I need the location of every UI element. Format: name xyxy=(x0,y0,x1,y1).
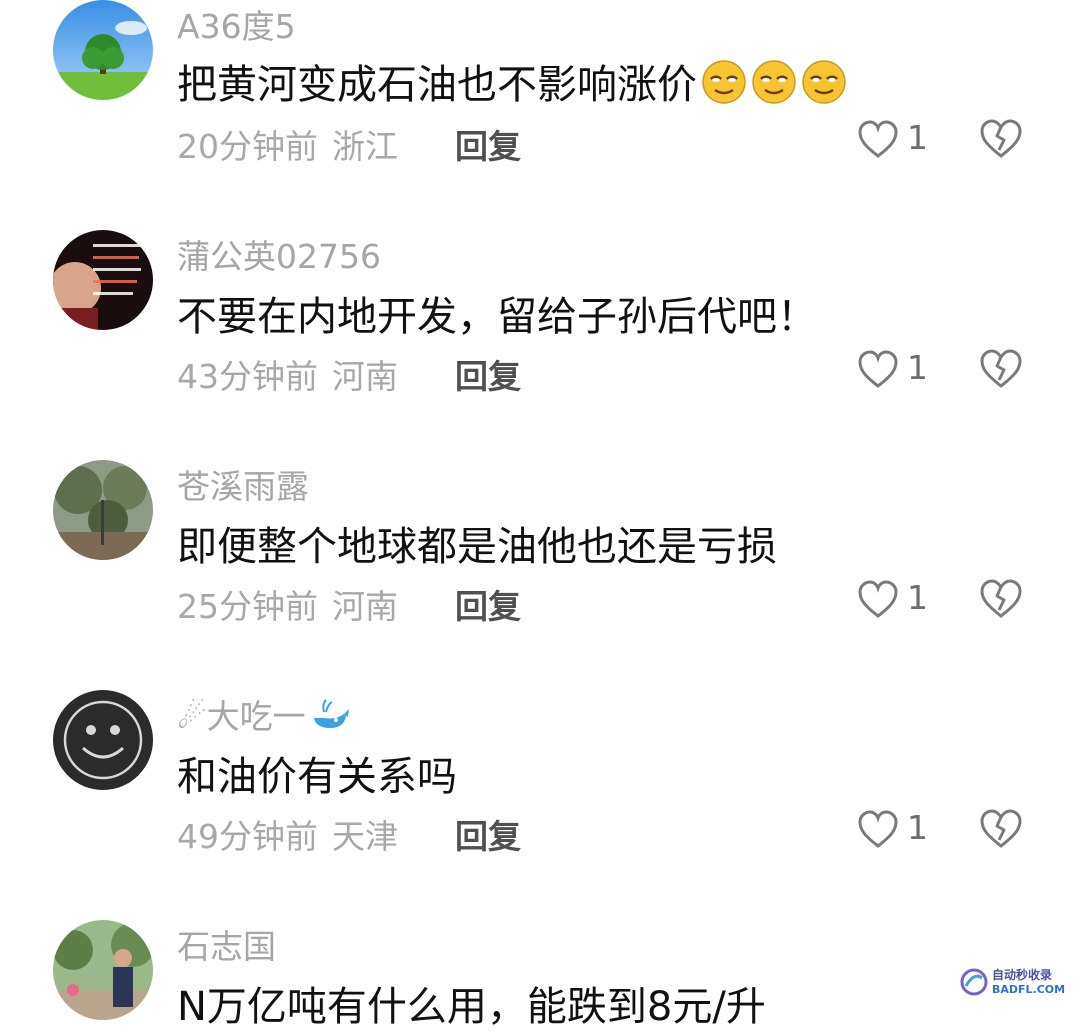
comment-location: 浙江 xyxy=(332,127,398,166)
reply-button[interactable]: 回复 xyxy=(455,810,521,858)
reply-button[interactable]: 回复 xyxy=(455,580,521,628)
heart-icon xyxy=(858,580,898,618)
comment-location: 河南 xyxy=(332,587,398,626)
heart-icon xyxy=(858,120,898,158)
like-count: 1 xyxy=(907,348,928,387)
comment-time: 20分钟前 xyxy=(177,127,318,166)
username[interactable]: ☄大吃一 xyxy=(177,690,350,740)
avatar[interactable] xyxy=(53,920,153,1020)
broken-heart-icon xyxy=(980,579,1022,618)
broken-heart-icon xyxy=(980,809,1022,848)
username[interactable]: 苍溪雨露 xyxy=(177,460,309,508)
comment-text: 和油价有关系吗 xyxy=(177,754,457,800)
heart-icon xyxy=(858,810,898,848)
smirk-emoji xyxy=(701,59,747,115)
watermark-line1: 自动秒收录 xyxy=(992,968,1053,982)
comment-item: 石志国 N万亿吨有什么用，能跌到8元/升 xyxy=(0,920,1080,1030)
dislike-button[interactable] xyxy=(978,578,1024,622)
comment-meta: 49分钟前 天津 xyxy=(177,810,398,858)
like-count: 1 xyxy=(907,808,928,847)
smirk-emoji xyxy=(801,59,847,115)
reply-button[interactable]: 回复 xyxy=(455,350,521,398)
comment-text: 即便整个地球都是油他也还是亏损 xyxy=(177,524,777,570)
comment-item: A36度5 把黄河变成石油也不影响涨价 20分钟前 浙江 回复 1 xyxy=(0,0,1080,230)
avatar[interactable] xyxy=(53,0,153,100)
heart-icon xyxy=(858,350,898,388)
like-count: 1 xyxy=(907,118,928,157)
username[interactable]: 石志国 xyxy=(177,920,276,968)
comment-meta: 20分钟前 浙江 xyxy=(177,120,398,168)
comment-time: 25分钟前 xyxy=(177,587,318,626)
username[interactable]: 蒲公英02756 xyxy=(177,230,381,278)
watermark: 自动秒收录 BADFL.COM xyxy=(960,966,1070,1000)
dislike-button[interactable] xyxy=(978,808,1024,852)
dislike-button[interactable] xyxy=(978,348,1024,392)
comment-time: 49分钟前 xyxy=(177,817,318,856)
avatar[interactable] xyxy=(53,230,153,330)
broken-heart-icon xyxy=(980,119,1022,158)
whale-icon xyxy=(310,698,350,740)
like-button[interactable]: 1 xyxy=(857,348,937,392)
comment-text: 把黄河变成石油也不影响涨价 xyxy=(177,52,847,115)
username[interactable]: A36度5 xyxy=(177,0,296,48)
smirk-emoji xyxy=(751,59,797,115)
comment-text: 不要在内地开发，留给子孙后代吧！ xyxy=(177,294,817,340)
like-button[interactable]: 1 xyxy=(857,808,937,852)
comment-item: 蒲公英02756 不要在内地开发，留给子孙后代吧！ 43分钟前 河南 回复 1 xyxy=(0,230,1080,460)
comment-time: 43分钟前 xyxy=(177,357,318,396)
comment-meta: 43分钟前 河南 xyxy=(177,350,398,398)
like-button[interactable]: 1 xyxy=(857,578,937,622)
comment-text-content: 把黄河变成石油也不影响涨价 xyxy=(177,62,697,108)
username-text: 大吃一 xyxy=(206,697,306,736)
watermark-logo-icon xyxy=(960,968,988,996)
dislike-button[interactable] xyxy=(978,118,1024,162)
comment-text: N万亿吨有什么用，能跌到8元/升 xyxy=(177,984,766,1030)
avatar[interactable] xyxy=(53,460,153,560)
comment-meta: 25分钟前 河南 xyxy=(177,580,398,628)
reply-button[interactable]: 回复 xyxy=(455,120,521,168)
comment-item: 苍溪雨露 即便整个地球都是油他也还是亏损 25分钟前 河南 回复 1 xyxy=(0,460,1080,690)
comet-icon: ☄ xyxy=(177,697,207,736)
comment-location: 天津 xyxy=(332,817,398,856)
like-count: 1 xyxy=(907,578,928,617)
broken-heart-icon xyxy=(980,349,1022,388)
watermark-line2: BADFL.COM xyxy=(992,983,1066,996)
like-button[interactable]: 1 xyxy=(857,118,937,162)
comment-item: ☄大吃一 和油价有关系吗 49分钟前 天津 回复 1 xyxy=(0,690,1080,920)
comment-location: 河南 xyxy=(332,357,398,396)
avatar[interactable] xyxy=(53,690,153,790)
